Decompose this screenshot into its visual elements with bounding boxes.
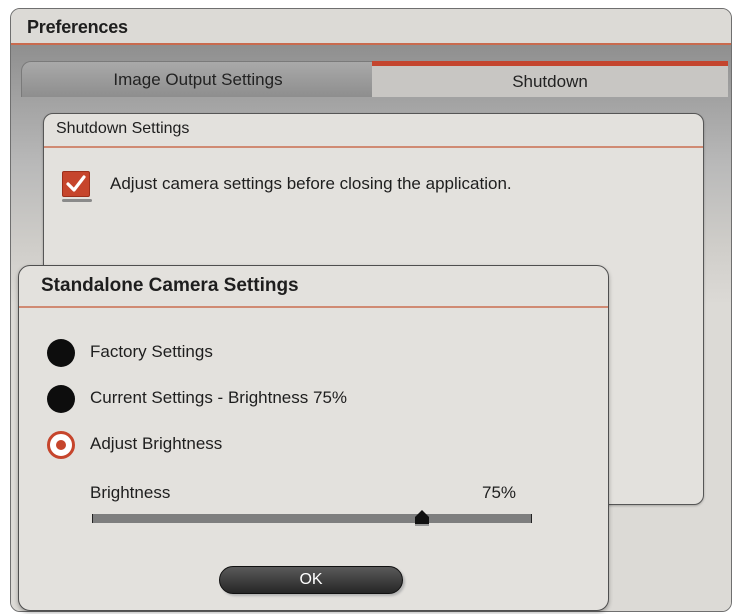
ok-button[interactable]: OK [219,566,403,594]
standalone-camera-settings-dialog: Standalone Camera Settings Factory Setti… [18,265,609,611]
adjust-brightness-label: Adjust Brightness [90,434,223,453]
brightness-slider[interactable] [92,514,532,523]
current-settings-label: Current Settings - Brightness 75% [90,388,348,407]
window-title: Preferences [27,17,128,37]
checkmark-icon [66,175,86,192]
brightness-label: Brightness [90,483,171,502]
panel-header: Shutdown Settings [44,114,703,148]
tab-shutdown[interactable]: Shutdown [372,61,728,97]
dialog-title: Standalone Camera Settings [41,275,299,296]
window-title-bar: Preferences [11,9,731,45]
checkbox-shadow [62,199,92,202]
brightness-value: 75% [482,483,517,502]
slider-thumb-icon[interactable] [413,509,431,527]
tab-image-output-settings[interactable]: Image Output Settings [21,61,375,97]
panel-title: Shutdown Settings [56,120,190,137]
dialog-header: Standalone Camera Settings [19,266,608,308]
adjust-camera-checkbox[interactable] [62,171,90,197]
factory-settings-radio[interactable] [47,339,75,367]
current-settings-radio[interactable] [47,385,75,413]
adjust-brightness-radio[interactable] [47,431,75,459]
adjust-camera-label: Adjust camera settings before closing th… [110,174,512,193]
factory-settings-label: Factory Settings [90,342,213,361]
